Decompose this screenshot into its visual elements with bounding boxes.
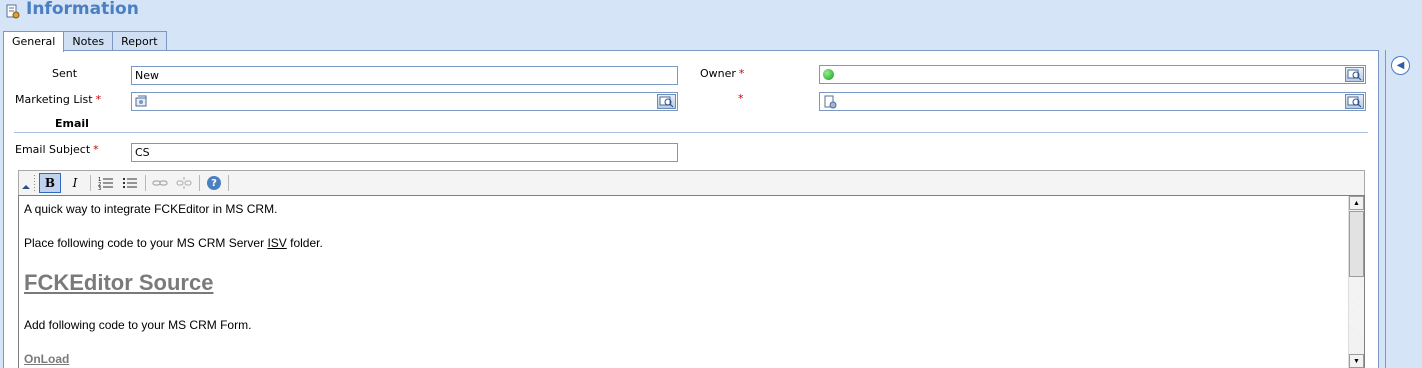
marketing-list-label: Marketing List *: [15, 93, 101, 106]
paragraph: Place following code to your MS CRM Serv…: [24, 236, 323, 250]
onload-heading: OnLoad: [24, 352, 70, 366]
owner-lookup-field[interactable]: [819, 65, 1366, 84]
bold-button[interactable]: B: [39, 173, 61, 193]
scroll-down-arrow-icon[interactable]: ▼: [1349, 354, 1364, 368]
editor-scrollbar[interactable]: ▲ ▼: [1348, 196, 1364, 368]
section-divider: [14, 132, 1368, 133]
email-section-title: Email: [55, 117, 89, 130]
toolbar-collapse-icon[interactable]: [22, 185, 30, 189]
paragraph: Add following code to your MS CRM Form.: [24, 318, 252, 332]
email-subject-label: Email Subject *: [15, 143, 99, 156]
marketing-list-lookup-field[interactable]: [131, 92, 678, 111]
owner-status-icon: [823, 69, 834, 80]
tab-strip: General Notes Report: [3, 31, 167, 52]
ordered-list-icon: 123: [98, 177, 113, 190]
lookup-icon: [1347, 96, 1362, 108]
email-subject-input[interactable]: CS: [131, 143, 678, 162]
scroll-up-arrow-icon[interactable]: ▲: [1349, 196, 1364, 210]
unlink-icon: [176, 177, 192, 189]
lookup-icon: [659, 96, 674, 108]
sent-field[interactable]: New: [131, 66, 678, 85]
remove-link-button[interactable]: [173, 173, 195, 193]
editor-toolbar: B I 123 ?: [18, 170, 1365, 195]
email-subject-label-text: Email Subject: [15, 143, 91, 156]
redacted-lookup-button[interactable]: [1345, 94, 1364, 109]
insert-link-button[interactable]: [149, 173, 171, 193]
lookup-icon: [1347, 69, 1362, 81]
italic-button[interactable]: I: [64, 173, 86, 193]
tab-notes[interactable]: Notes: [63, 31, 114, 51]
redacted-lookup-field[interactable]: [819, 92, 1366, 111]
tab-report[interactable]: Report: [112, 31, 167, 51]
required-mark: *: [738, 67, 745, 80]
collapse-panel-button[interactable]: ◀: [1391, 56, 1410, 75]
marketing-list-lookup-button[interactable]: [657, 94, 676, 109]
link-icon: [152, 180, 168, 186]
heading: FCKEditor Source: [24, 270, 214, 295]
rich-text-editor[interactable]: A quick way to integrate FCKEditor in MS…: [18, 195, 1365, 368]
owner-label: Owner *: [700, 67, 744, 80]
toolbar-separator: [228, 175, 229, 191]
text: Place following code to your MS CRM Serv…: [24, 236, 268, 250]
svg-text:3: 3: [98, 186, 101, 190]
form-icon: [6, 4, 20, 19]
required-mark: *: [738, 92, 744, 105]
tab-general[interactable]: General: [3, 31, 65, 52]
sent-label: Sent: [52, 67, 78, 80]
toolbar-separator: [199, 175, 200, 191]
toolbar-grip: [34, 175, 35, 191]
page-title: Information: [26, 0, 139, 19]
text: folder.: [286, 236, 323, 250]
form-header: Information: [0, 0, 1380, 30]
marketing-list-label-text: Marketing List: [15, 93, 93, 106]
redacted-field-label: *: [735, 92, 744, 105]
chevron-left-icon: ◀: [1396, 60, 1405, 71]
owner-lookup-button[interactable]: [1345, 67, 1364, 82]
side-panel: ◀: [1385, 50, 1422, 368]
required-mark: *: [93, 143, 99, 156]
ordered-list-button[interactable]: 123: [95, 173, 117, 193]
editor-content: A quick way to integrate FCKEditor in MS…: [24, 202, 323, 368]
marketing-list-icon: [135, 95, 147, 107]
owner-label-text: Owner: [700, 67, 736, 80]
bulleted-list-icon: [123, 178, 137, 188]
scroll-thumb[interactable]: [1349, 211, 1364, 277]
help-icon: ?: [207, 176, 221, 190]
toolbar-separator: [90, 175, 91, 191]
help-button[interactable]: ?: [203, 173, 225, 193]
form-panel: Sent New Owner * Marketing List * * Email …: [3, 50, 1379, 368]
record-icon: [824, 95, 837, 109]
isv-abbreviation: ISV: [267, 236, 287, 250]
paragraph: A quick way to integrate FCKEditor in MS…: [24, 202, 278, 216]
bulleted-list-button[interactable]: [119, 173, 141, 193]
toolbar-separator: [145, 175, 146, 191]
required-mark: *: [95, 93, 102, 106]
